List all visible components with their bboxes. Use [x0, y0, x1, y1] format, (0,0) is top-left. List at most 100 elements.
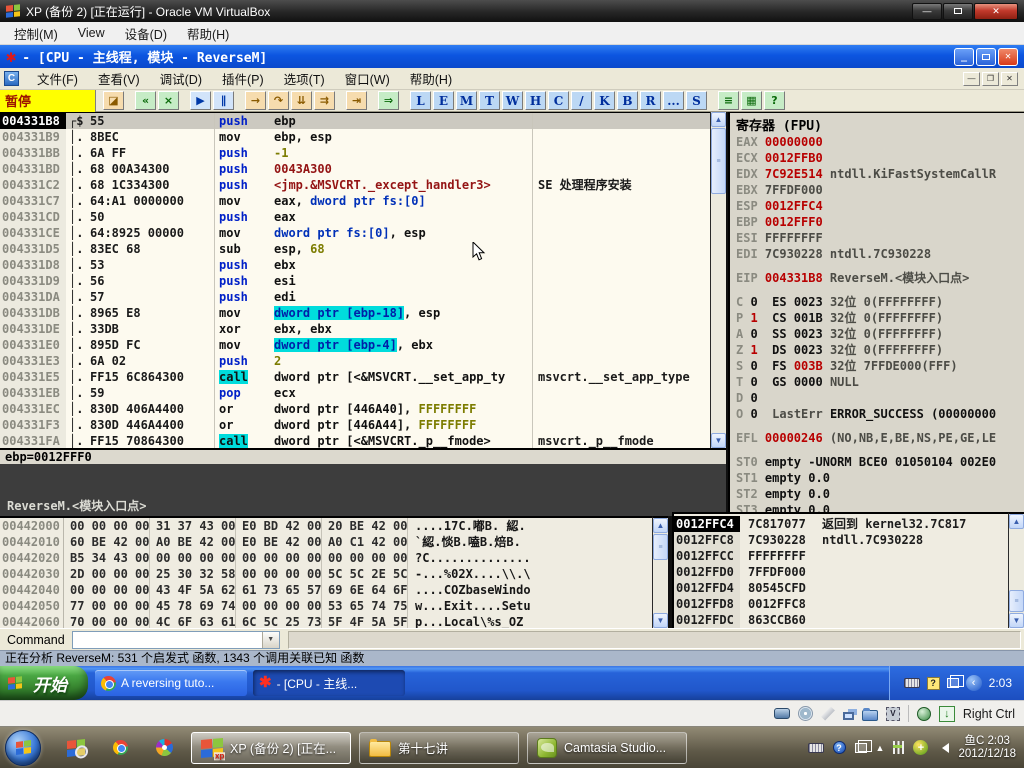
layout-tray-icon[interactable] — [947, 678, 959, 688]
scroll-thumb[interactable]: ≡ — [653, 534, 668, 560]
pause-button[interactable]: ∥ — [213, 91, 234, 110]
olly-menu-item[interactable]: 帮助(H) — [400, 69, 462, 88]
host-clock[interactable]: 鱼C 2:03 2012/12/18 — [958, 735, 1016, 761]
disasm-row[interactable]: 004331D5│.83EC 68subesp, 68 — [0, 241, 710, 257]
olly-menu-item[interactable]: 查看(V) — [88, 69, 150, 88]
step-into-button[interactable]: → — [245, 91, 266, 110]
register-line[interactable]: EDX 7C92E514 ntdll.KiFastSystemCallR — [736, 166, 1024, 182]
minimize-button[interactable]: — — [912, 3, 942, 20]
go-to-address-button[interactable]: ⇒ — [378, 91, 399, 110]
stack-row[interactable]: 0012FFCCFFFFFFFF — [674, 548, 1008, 564]
scroll-up-button[interactable]: ▲ — [1009, 514, 1024, 529]
scroll-down-button[interactable]: ▼ — [653, 613, 668, 628]
register-line[interactable]: ST3 empty 0.0 — [736, 502, 1024, 512]
dump-scrollbar[interactable]: ▲ ≡ ▼ — [652, 516, 668, 628]
dump-row[interactable]: 0044205077 00 00 0045 78 69 7400 00 00 0… — [0, 598, 652, 614]
mdi-close-button[interactable]: ✕ — [1001, 72, 1018, 86]
executables-window-button[interactable]: E — [433, 91, 454, 110]
handles-window-button[interactable]: H — [525, 91, 546, 110]
register-line[interactable]: EFL 00000246 (NO,NB,E,BE,NS,PE,GE,LE — [736, 430, 1024, 446]
speaker-icon[interactable] — [937, 743, 949, 753]
disasm-row[interactable]: 004331FA│.FF15 70864300calldword ptr [<&… — [0, 433, 710, 448]
disasm-row[interactable]: 004331C2│.68 1C334300push<jmp.&MSVCRT._e… — [0, 177, 710, 193]
run-button[interactable]: ▶ — [190, 91, 211, 110]
mouse-integration-icon[interactable] — [917, 707, 931, 721]
register-line[interactable]: ST0 empty -UNORM BCE0 01050104 002E0 — [736, 454, 1024, 470]
register-line[interactable]: ST1 empty 0.0 — [736, 470, 1024, 486]
register-line[interactable]: A 0 SS 0023 32位 0(FFFFFFFF) — [736, 326, 1024, 342]
vbox-menu-item[interactable]: View — [68, 22, 115, 44]
vbox-menu-item[interactable]: 帮助(H) — [177, 22, 239, 44]
disasm-row[interactable]: 004331E3│.6A 02push2 — [0, 353, 710, 369]
threads-window-button[interactable]: T — [479, 91, 500, 110]
vbox-menu-item[interactable]: 控制(M) — [4, 22, 68, 44]
disasm-row[interactable]: 004331B8┌$55pushebp — [0, 113, 710, 129]
stack-scrollbar[interactable]: ▲ ≡ ▼ — [1008, 512, 1024, 628]
disasm-row[interactable]: 004331DA│.57pushedi — [0, 289, 710, 305]
disasm-row[interactable]: 004331CD│.50pusheax — [0, 209, 710, 225]
host-task-button[interactable]: Camtasia Studio... — [527, 732, 687, 764]
olly-menu-item[interactable]: 调试(D) — [150, 69, 212, 88]
xp-task-button[interactable]: A reversing tuto... — [95, 670, 247, 696]
disasm-row[interactable]: 004331D9│.56pushesi — [0, 273, 710, 289]
call-stack-button[interactable]: K — [594, 91, 615, 110]
disasm-row[interactable]: 004331D8│.53pushebx — [0, 257, 710, 273]
source-window-button[interactable]: S — [686, 91, 707, 110]
mdi-restore-button[interactable]: ❐ — [982, 72, 999, 86]
cpu-window-button[interactable]: C — [548, 91, 569, 110]
scroll-thumb[interactable]: ≡ — [1009, 590, 1024, 612]
stack-row[interactable]: 0012FFDC863CCB60 — [674, 612, 1008, 628]
appearance-button[interactable]: ▦ — [741, 91, 762, 110]
shared-folder-icon[interactable] — [862, 710, 878, 721]
hdd-icon[interactable] — [774, 708, 790, 719]
mdi-minimize-button[interactable]: — — [963, 72, 980, 86]
stack-row[interactable]: 0012FFC87C930228ntdll.7C930228 — [674, 532, 1008, 548]
display-icon[interactable] — [843, 712, 854, 720]
pinwheel-quicklaunch-icon[interactable] — [156, 739, 173, 756]
chevron-down-icon[interactable]: ▼ — [262, 632, 279, 648]
register-line[interactable]: EBP 0012FFF0 — [736, 214, 1024, 230]
olly-close-button[interactable]: ✕ — [998, 48, 1018, 66]
host-key-icon[interactable]: ↓ — [939, 706, 955, 722]
stack-row[interactable]: 0012FFD80012FFC8 — [674, 596, 1008, 612]
log-options-button[interactable]: ≡ — [718, 91, 739, 110]
layout-tray-icon[interactable] — [855, 743, 867, 753]
scroll-up-button[interactable]: ▲ — [653, 518, 668, 533]
register-line[interactable]: O 0 LastErr ERROR_SUCCESS (00000000 — [736, 406, 1024, 422]
scroll-up-button[interactable]: ▲ — [711, 112, 726, 127]
dump-row[interactable]: 00442020B5 34 43 0000 00 00 0000 00 00 0… — [0, 550, 652, 566]
cd-icon[interactable] — [798, 706, 813, 721]
volume-mixer-icon[interactable] — [893, 741, 904, 754]
close-button[interactable]: ✕ — [974, 3, 1018, 20]
info-pane[interactable]: ebp=0012FFF0 — [0, 448, 726, 464]
disasm-row[interactable]: 004331BB│.6A FFpush-1 — [0, 145, 710, 161]
dump-row[interactable]: 0044204000 00 00 0043 4F 5A 6261 73 65 5… — [0, 582, 652, 598]
antivirus-tray-icon[interactable]: + — [913, 740, 928, 755]
help-tray-icon[interactable]: ? — [927, 677, 940, 690]
scroll-down-button[interactable]: ▼ — [711, 433, 726, 448]
breakpoints-window-button[interactable]: B — [617, 91, 638, 110]
dump-row[interactable]: 0044201060 BE 42 00A0 BE 42 00E0 BE 42 0… — [0, 534, 652, 550]
register-line[interactable]: D 0 — [736, 390, 1024, 406]
hex-dump-pane[interactable]: 0044200000 00 00 0031 37 43 00E0 BD 42 0… — [0, 516, 652, 628]
stack-row[interactable]: 0012FFC47C817077返回到 kernel32.7C817 — [674, 516, 1008, 532]
xpmode-quicklaunch-icon[interactable] — [67, 740, 85, 756]
tray-expand-icon[interactable]: ▲ — [876, 743, 885, 753]
keyboard-tray-icon[interactable] — [904, 678, 920, 688]
disasm-row[interactable]: 004331B9│.8BECmovebp, esp — [0, 129, 710, 145]
stack-row[interactable]: 0012FFD480545CFD — [674, 580, 1008, 596]
animate-over-button[interactable]: ⇉ — [314, 91, 335, 110]
disasm-row[interactable]: 004331DB│.8965 E8movdword ptr [ebp-18], … — [0, 305, 710, 321]
disasm-row[interactable]: 004331EB│.59popecx — [0, 385, 710, 401]
olly-minimize-button[interactable]: _ — [954, 48, 974, 66]
start-orb[interactable] — [5, 730, 41, 766]
animate-into-button[interactable]: ⇊ — [291, 91, 312, 110]
run-trace-button[interactable]: ... — [663, 91, 684, 110]
virtualization-icon[interactable]: V — [886, 707, 900, 721]
windows-window-button[interactable]: W — [502, 91, 523, 110]
register-line[interactable]: P 1 CS 001B 32位 0(FFFFFFFF) — [736, 310, 1024, 326]
disasm-row[interactable]: 004331E5│.FF15 6C864300calldword ptr [<&… — [0, 369, 710, 385]
stack-pane[interactable]: 0012FFC47C817077返回到 kernel32.7C8170012FF… — [672, 512, 1008, 628]
close-program-button[interactable]: × — [158, 91, 179, 110]
network-icon[interactable] — [821, 707, 835, 721]
